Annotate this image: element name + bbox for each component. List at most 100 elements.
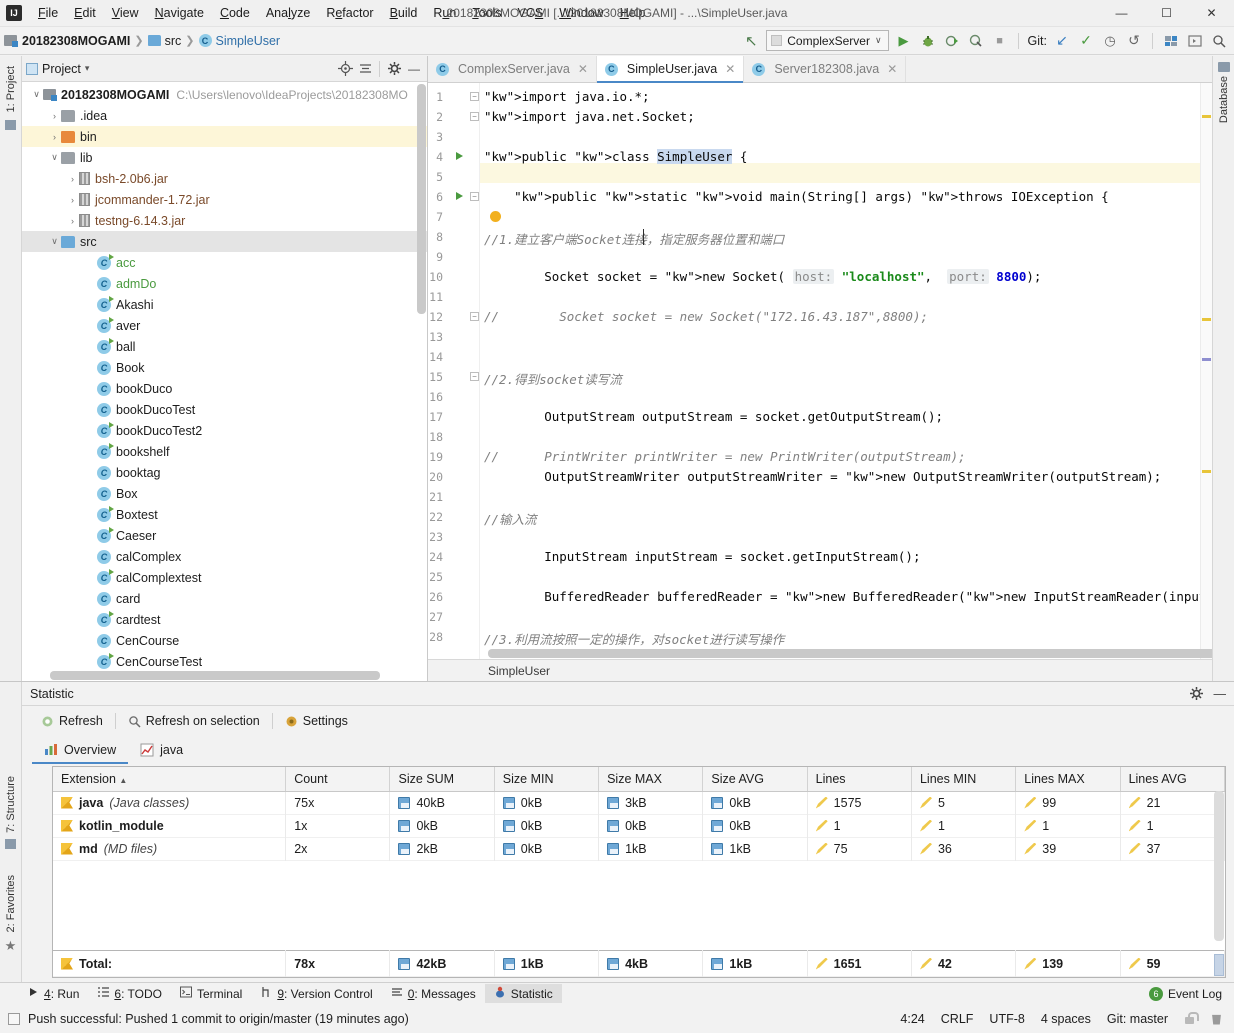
unlock-icon[interactable] — [1184, 1012, 1199, 1025]
tool-tab-terminal[interactable]: Terminal — [171, 984, 251, 1003]
menu-build[interactable]: Build — [382, 3, 426, 23]
hide-panel-button[interactable]: — — [1214, 687, 1227, 701]
tree-node-bsh-2-0b6-jar[interactable]: › bsh-2.0b6.jar — [22, 168, 427, 189]
editor-gutter[interactable]: 1 − 2 − 3 4 5 6 − 7 8 9 10 11 12 − 13 14 15 − 16 17 18 19 20 21 22… — [428, 83, 480, 659]
menu-code[interactable]: Code — [212, 3, 258, 23]
search-icon[interactable] — [1210, 32, 1228, 50]
menu-analyze[interactable]: Analyze — [258, 3, 318, 23]
menu-edit[interactable]: Edit — [66, 3, 104, 23]
close-icon[interactable]: ✕ — [887, 62, 897, 76]
editor-breadcrumb[interactable]: SimpleUser — [428, 659, 1212, 681]
tree-node-ball[interactable]: Cball — [22, 336, 427, 357]
column-header-size-avg[interactable]: Size AVG — [702, 767, 808, 792]
sidebar-tab-favorites[interactable]: 2: Favorites — [5, 875, 17, 932]
stop-button[interactable]: ■ — [991, 32, 1009, 50]
tab-overview[interactable]: Overview — [32, 736, 129, 764]
tool-tab-versioncontrol[interactable]: 9: Version Control — [251, 984, 381, 1003]
file-encoding[interactable]: UTF-8 — [989, 1012, 1024, 1026]
menu-vcs[interactable]: VCS — [510, 3, 552, 23]
collapse-all-icon[interactable] — [356, 60, 374, 78]
tree-expand-arrow[interactable]: ∨ — [30, 89, 43, 100]
settings-icon[interactable] — [1162, 32, 1180, 50]
table-header-row[interactable]: Extension ▲ Count Size SUM Size MIN Size MAX… — [53, 767, 1226, 792]
column-header-lines[interactable]: Lines — [807, 767, 912, 792]
tree-node-bookshelf[interactable]: Cbookshelf — [22, 441, 427, 462]
statistic-table-container[interactable]: Extension ▲ Count Size SUM Size MIN Size MAX… — [52, 766, 1226, 978]
column-header-extension[interactable]: Extension ▲ — [53, 767, 287, 792]
table-body[interactable]: java (Java classes) 75x 40kB 0kB 3kB 0kB 1575 5 9… — [53, 791, 1226, 860]
menu-file[interactable]: File — [30, 3, 66, 23]
editor-tab-complexserver-java[interactable]: C ComplexServer.java ✕ — [428, 56, 597, 82]
git-history-icon[interactable]: ◷ — [1101, 32, 1119, 50]
refresh-button[interactable]: Refresh — [32, 712, 112, 730]
menu-window[interactable]: Window — [551, 3, 611, 23]
code-editor[interactable]: 1 − 2 − 3 4 5 6 − 7 8 9 10 11 12 − 13 14 15 − 16 17 18 19 20 21 22… — [428, 83, 1212, 659]
tree-vertical-scrollbar[interactable] — [417, 84, 426, 314]
hide-panel-button[interactable]: — — [405, 60, 423, 78]
minimize-button[interactable]: — — [1099, 0, 1144, 27]
run-gutter-icon[interactable] — [456, 192, 463, 200]
close-icon[interactable]: ✕ — [578, 62, 588, 76]
tree-expand-arrow[interactable]: › — [66, 174, 79, 184]
editor-tab-server182308-java[interactable]: C Server182308.java ✕ — [744, 56, 907, 82]
column-header-lines-avg[interactable]: Lines AVG — [1120, 767, 1226, 792]
table-scroll-corner[interactable] — [1214, 954, 1224, 976]
statistic-tab-bar[interactable]: Overview java — [22, 736, 1234, 764]
menu-navigate[interactable]: Navigate — [147, 3, 212, 23]
table-vertical-scrollbar[interactable] — [1214, 791, 1224, 941]
trash-icon[interactable] — [1212, 1014, 1221, 1025]
tool-tab-todo[interactable]: 6: TODO — [88, 984, 171, 1003]
tree-node--idea[interactable]: › .idea — [22, 105, 427, 126]
code-fold-toggle[interactable]: − — [470, 112, 479, 121]
code-fold-toggle[interactable]: − — [470, 192, 479, 201]
tree-node-cencourse[interactable]: C CenCourse — [22, 630, 427, 651]
chevron-down-icon[interactable]: ▾ — [85, 63, 90, 74]
window-controls[interactable]: — ☐ ✕ — [1099, 0, 1234, 27]
layout-icon[interactable] — [1186, 32, 1204, 50]
status-message-area[interactable]: Push successful: Pushed 1 commit to orig… — [8, 1012, 409, 1026]
tree-node-box[interactable]: C Box — [22, 483, 427, 504]
tree-node-bin[interactable]: › bin — [22, 126, 427, 147]
tree-expand-arrow[interactable]: ∨ — [48, 236, 61, 247]
sidebar-tab-structure[interactable]: 7: Structure — [5, 776, 17, 833]
breadcrumb-item-src[interactable]: src — [165, 34, 182, 48]
editor-tab-bar[interactable]: C ComplexServer.java ✕ C SimpleUser.java ✕ C Se… — [428, 56, 1212, 83]
tree-node-book[interactable]: C Book — [22, 357, 427, 378]
profile-button[interactable] — [967, 32, 985, 50]
tree-node-booktag[interactable]: Cbooktag — [22, 462, 427, 483]
sidebar-tab-database[interactable]: Database — [1218, 76, 1230, 123]
run-gutter-icon[interactable] — [456, 152, 463, 160]
run-button[interactable]: ▶ — [895, 32, 913, 50]
tree-node-aver[interactable]: Caver — [22, 315, 427, 336]
sidebar-tab-project[interactable]: 1: Project — [5, 66, 17, 112]
project-tree[interactable]: ∨ 20182308MOGAMI C:\Users\lenovo\IdeaProje… — [22, 82, 427, 681]
git-commit-icon[interactable]: ✓ — [1077, 32, 1095, 50]
menu-bar[interactable]: File Edit View Navigate Code Analyze Refactor B… — [30, 6, 653, 20]
tree-node-bookducotest[interactable]: CbookDucoTest — [22, 399, 427, 420]
tree-expand-arrow[interactable]: › — [48, 132, 61, 142]
tree-expand-arrow[interactable]: › — [48, 111, 61, 121]
tree-node-caeser[interactable]: C Caeser — [22, 525, 427, 546]
event-log-button[interactable]: 6 Event Log — [1148, 986, 1234, 1001]
tree-expand-arrow[interactable]: ∨ — [48, 152, 61, 163]
run-with-coverage-button[interactable] — [943, 32, 961, 50]
tool-window-tab-bar[interactable]: 4: Run 6: TODO Terminal 9: Version Control 0… — [0, 982, 1234, 1004]
target-icon[interactable] — [336, 60, 354, 78]
run-configuration-selector[interactable]: ComplexServer ∨ — [766, 30, 889, 51]
line-separator[interactable]: CRLF — [941, 1012, 974, 1026]
debug-button[interactable] — [919, 32, 937, 50]
tree-node-akashi[interactable]: C Akashi — [22, 294, 427, 315]
editor-tab-simpleuser-java[interactable]: C SimpleUser.java ✕ — [596, 56, 745, 83]
tree-node-acc[interactable]: Cacc — [22, 252, 427, 273]
tree-node-lib[interactable]: ∨ lib — [22, 147, 427, 168]
chevron-down-icon[interactable]: ∨ — [875, 35, 882, 46]
tree-node-src[interactable]: ∨ src — [22, 231, 427, 252]
menu-view[interactable]: View — [104, 3, 147, 23]
menu-tools[interactable]: Tools — [464, 3, 509, 23]
gear-icon[interactable] — [385, 60, 403, 78]
caret-position[interactable]: 4:24 — [900, 1012, 924, 1026]
tree-node-cardtest[interactable]: Ccardtest — [22, 609, 427, 630]
menu-help[interactable]: Help — [612, 3, 654, 23]
tool-tab-run[interactable]: 4: Run — [18, 984, 88, 1003]
menu-refactor[interactable]: Refactor — [318, 3, 381, 23]
